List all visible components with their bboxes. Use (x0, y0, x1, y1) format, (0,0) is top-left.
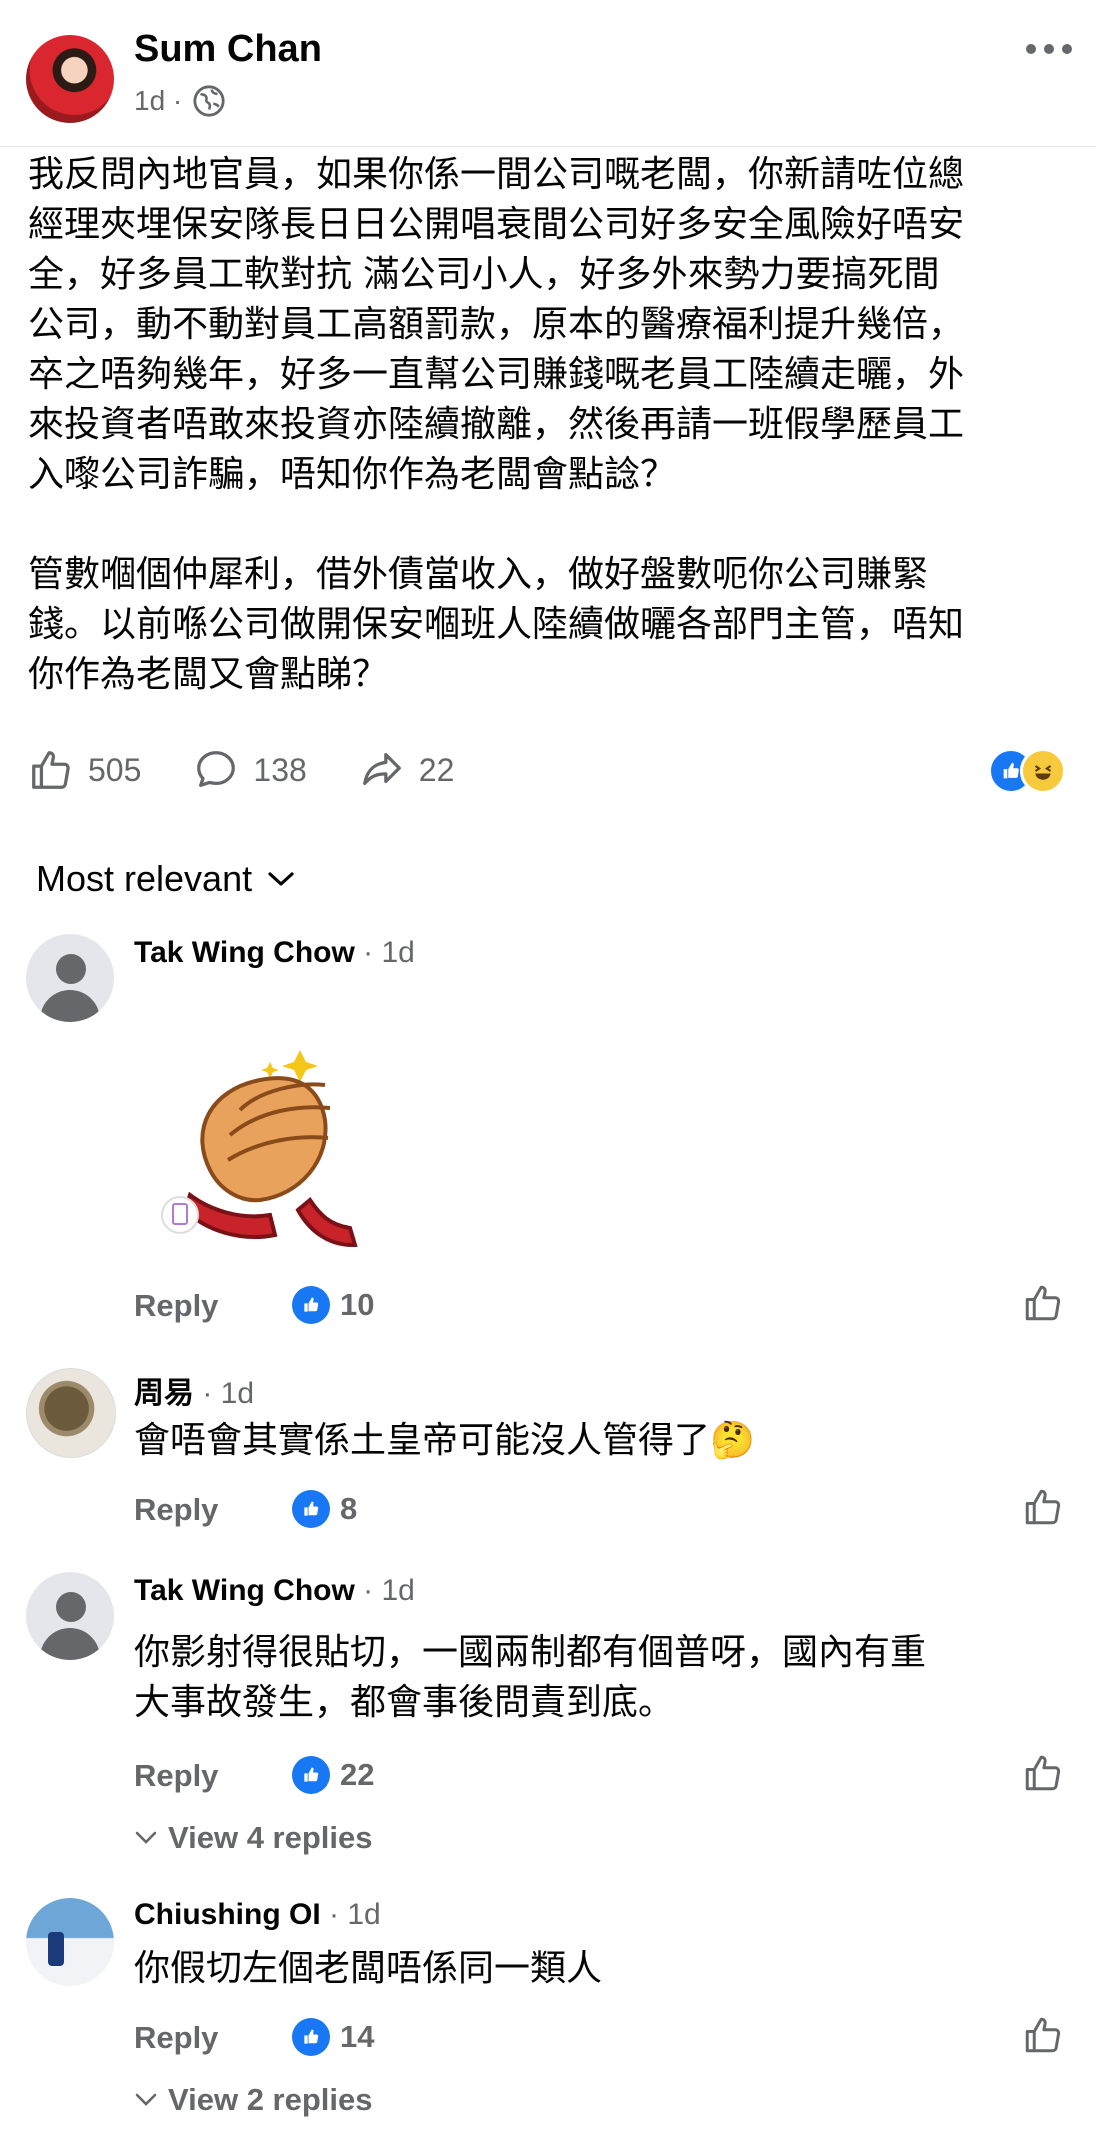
more-options-icon[interactable] (1026, 36, 1072, 62)
comment-like-count: 8 (292, 1490, 357, 1528)
like-badge-icon (292, 2018, 330, 2056)
chevron-down-icon (135, 1831, 157, 1844)
commenter-name[interactable]: Chiushing OI · 1d (134, 1898, 381, 1932)
commenter-avatar[interactable] (26, 1572, 114, 1660)
author-avatar[interactable] (26, 35, 114, 123)
comment-like-icon[interactable] (1022, 1282, 1064, 1324)
comment-like-count: 14 (292, 2018, 374, 2056)
post-actions: 505 138 22 (28, 740, 506, 800)
comment-text: 你假切左個老闆唔係同一類人 (134, 1948, 603, 1989)
comment-time: · 1d (354, 936, 415, 969)
commenter-name[interactable]: Tak Wing Chow · 1d (134, 1574, 415, 1608)
reply-button[interactable]: Reply (134, 1758, 218, 1794)
commenter-name[interactable]: Tak Wing Chow · 1d (134, 936, 415, 970)
like-count: 505 (88, 751, 142, 788)
comment-like-count: 22 (292, 1756, 374, 1794)
facebook-post-page: Sum Chan 1d · 我反問內地官員，如果你係一間公司嘅老闆，你新請咗位總… (0, 0, 1096, 2143)
like-icon (32, 751, 70, 789)
chevron-down-icon (268, 872, 294, 886)
post-meta: 1d · (134, 84, 226, 118)
commenter-name[interactable]: 周易 · 1d (134, 1368, 254, 1412)
share-count: 22 (418, 751, 455, 788)
comment-action[interactable]: 138 (193, 747, 307, 793)
comment-time: · 1d (320, 1898, 381, 1931)
reply-button[interactable]: Reply (134, 2020, 218, 2056)
view-replies-button[interactable]: View 2 replies (134, 2082, 373, 2118)
comment-like-icon[interactable] (1022, 2014, 1064, 2056)
comment-time: · 1d (194, 1377, 255, 1410)
reply-button[interactable]: Reply (134, 1492, 218, 1528)
comment-footer: Reply 8 (134, 1486, 1064, 1536)
comment-sort-dropdown[interactable]: Most relevant (36, 858, 296, 900)
share-icon (362, 753, 401, 786)
comment-footer: Reply 10 (134, 1282, 1064, 1332)
comment-footer: Reply 14 (134, 2014, 1064, 2064)
comment-like-icon[interactable] (1022, 1486, 1064, 1528)
comment-icon (197, 751, 236, 787)
reaction-summary[interactable] (988, 748, 1066, 794)
sort-label: Most relevant (36, 858, 253, 899)
post-time: 1d · (134, 85, 183, 116)
comment-count: 138 (253, 751, 307, 788)
clapping-hands-sticker (161, 1050, 358, 1248)
commenter-avatar[interactable] (26, 1898, 114, 1986)
commenter-avatar[interactable] (26, 1368, 116, 1458)
share-action[interactable]: 22 (359, 747, 455, 793)
like-action[interactable]: 505 (28, 747, 141, 793)
globe-icon (193, 85, 225, 117)
author-name[interactable]: Sum Chan (134, 28, 322, 71)
view-replies-button[interactable]: View 4 replies (134, 1820, 373, 1856)
comment-text: 會唔會其實係土皇帝可能沒人管得了🤔 (134, 1420, 755, 1461)
comment-like-count: 10 (292, 1286, 374, 1324)
like-badge-icon (292, 1286, 330, 1324)
post-header: Sum Chan 1d · (0, 0, 1096, 147)
reply-button[interactable]: Reply (134, 1288, 218, 1324)
post-text: 我反問內地官員，如果你係一間公司嘅老闆，你新請咗位總 經理夾埋保安隊長日日公開唱… (28, 154, 965, 695)
haha-reaction-icon (1020, 748, 1066, 794)
like-badge-icon (292, 1756, 330, 1794)
commenter-avatar[interactable] (26, 934, 114, 1022)
comment-time: · 1d (354, 1574, 415, 1607)
like-badge-icon (292, 1490, 330, 1528)
comment-footer: Reply 22 (134, 1752, 1064, 1802)
comment-text: 你影射得很貼切，一國兩制都有個普呀，國內有重 大事故發生，都會事後問責到底。 (134, 1632, 927, 1723)
comment-like-icon[interactable] (1022, 1752, 1064, 1794)
chevron-down-icon (135, 2093, 157, 2106)
